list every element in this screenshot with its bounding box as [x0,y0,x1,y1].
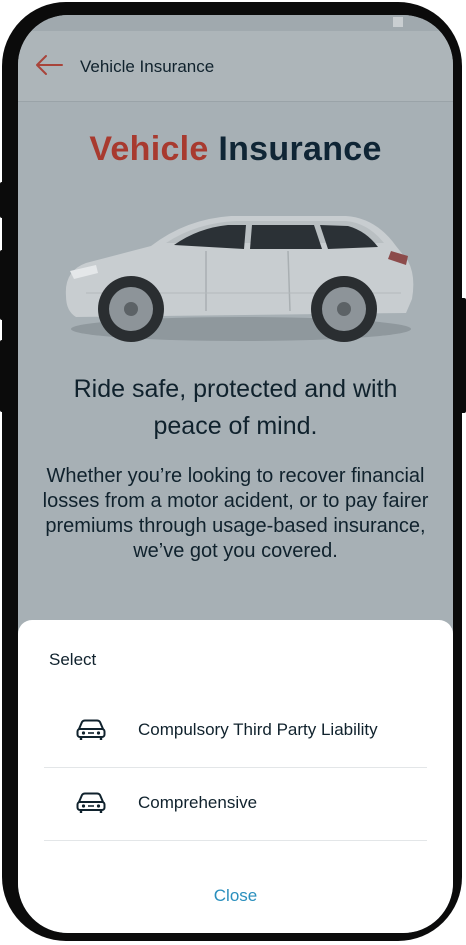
side-button-volume-up [0,250,6,320]
sheet-title: Select [49,650,97,669]
status-indicator [393,17,403,27]
description: Whether you’re looking to recover financ… [42,465,429,562]
close-button[interactable]: Close [18,886,453,906]
phone-frame: Vehicle Insurance Vehicle Insurance Ride… [2,2,462,941]
app-bar: Vehicle Insurance [18,31,453,102]
appbar-title: Vehicle Insurance [80,57,215,76]
page-title: Vehicle Insurance [18,130,453,169]
title-word-insurance: Insurance [218,130,382,168]
option-label: Comprehensive [138,793,258,812]
bottom-sheet: Select Compulsory Third Party Liability [18,620,453,933]
status-bar [18,15,453,31]
car-icon [76,719,106,740]
car-icon [76,792,106,813]
back-arrow-icon[interactable] [34,53,64,77]
tagline: Ride safe, protected and with peace of m… [73,375,398,440]
option-label: Compulsory Third Party Liability [138,720,378,739]
title-word-vehicle: Vehicle [89,130,209,168]
option-comprehensive[interactable]: Comprehensive [44,768,427,841]
side-button-mute [0,182,6,218]
side-button-power [460,298,466,413]
car-image [65,216,414,342]
side-button-volume-down [0,340,6,412]
screen: Vehicle Insurance Vehicle Insurance Ride… [18,15,453,933]
option-compulsory-third-party-liability[interactable]: Compulsory Third Party Liability [44,695,427,768]
